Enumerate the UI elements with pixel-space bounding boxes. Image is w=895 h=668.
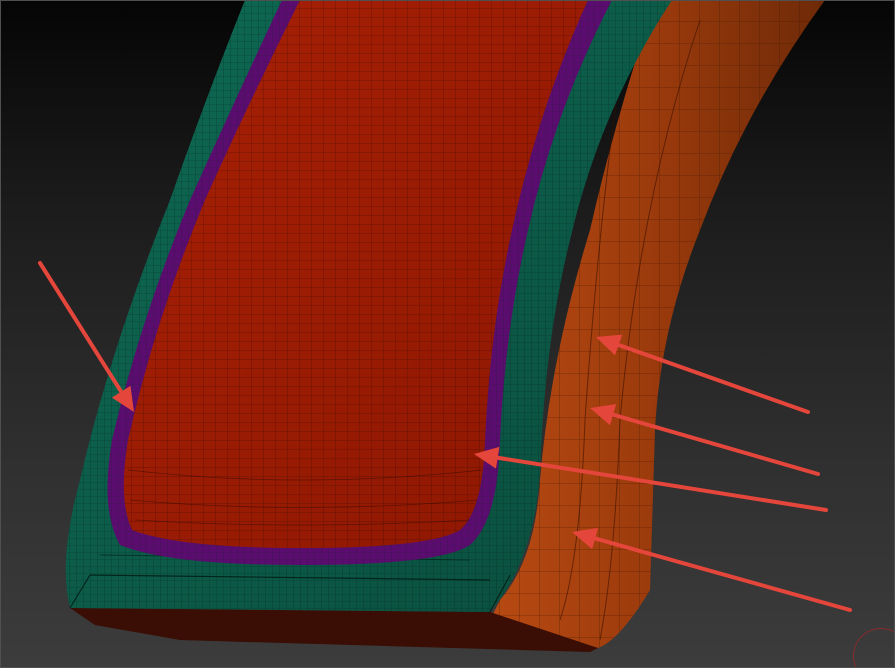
mesh-render[interactable]: [0, 0, 895, 668]
3d-viewport[interactable]: [0, 0, 895, 668]
arrow-left-pointing-purple-border: [38, 261, 134, 412]
